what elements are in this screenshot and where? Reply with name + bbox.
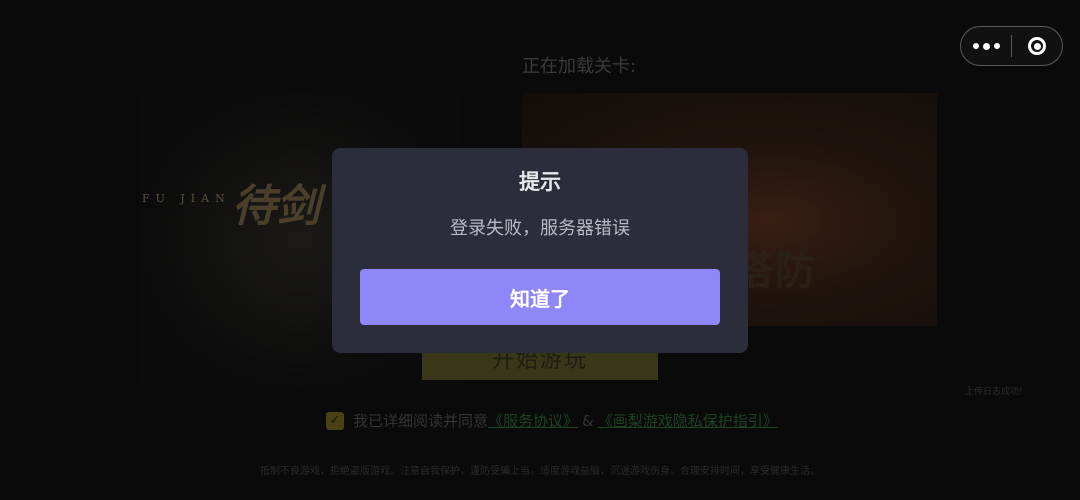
close-target-icon xyxy=(1028,37,1046,55)
agreement-row: ✓ 我已详细阅读并同意 《服务协议》 & 《画梨游戏隐私保护指引》 xyxy=(326,410,778,431)
health-gaming-notice: 抵制不良游戏，拒绝盗版游戏。注意自我保护，谨防受骗上当。适度游戏益脑，沉迷游戏伤… xyxy=(260,466,820,477)
agreement-prefix: 我已详细阅读并同意 xyxy=(353,412,489,430)
logo-glyph: 待剑 xyxy=(232,181,320,232)
service-agreement-link[interactable]: 《服务协议》 xyxy=(488,410,578,431)
game-logo: FU JIAN 待剑 xyxy=(142,170,332,232)
close-button[interactable] xyxy=(1012,27,1062,65)
loading-level-label: 正在加载关卡: xyxy=(522,56,637,77)
upload-status-text: 上传日志成功! xyxy=(965,387,1023,397)
game-screen: FU JIAN 待剑 正在加载关卡: 塔防 开始游玩 上传日志成功! ✓ 我已详… xyxy=(0,0,1080,500)
privacy-policy-link[interactable]: 《画梨游戏隐私保护指引》 xyxy=(598,410,778,431)
more-dots-icon xyxy=(972,42,1000,50)
miniprogram-capsule xyxy=(960,26,1063,66)
more-button[interactable] xyxy=(961,27,1011,65)
dialog-title: 提示 xyxy=(519,170,561,194)
error-dialog: 提示 登录失败，服务器错误 知道了 xyxy=(332,148,748,353)
agreement-ampersand: & xyxy=(582,411,594,430)
agreement-checkbox[interactable]: ✓ xyxy=(326,411,344,430)
dialog-confirm-button[interactable]: 知道了 xyxy=(360,269,720,325)
logo-text: FU JIAN xyxy=(142,192,231,205)
dialog-message: 登录失败，服务器错误 xyxy=(450,218,630,239)
